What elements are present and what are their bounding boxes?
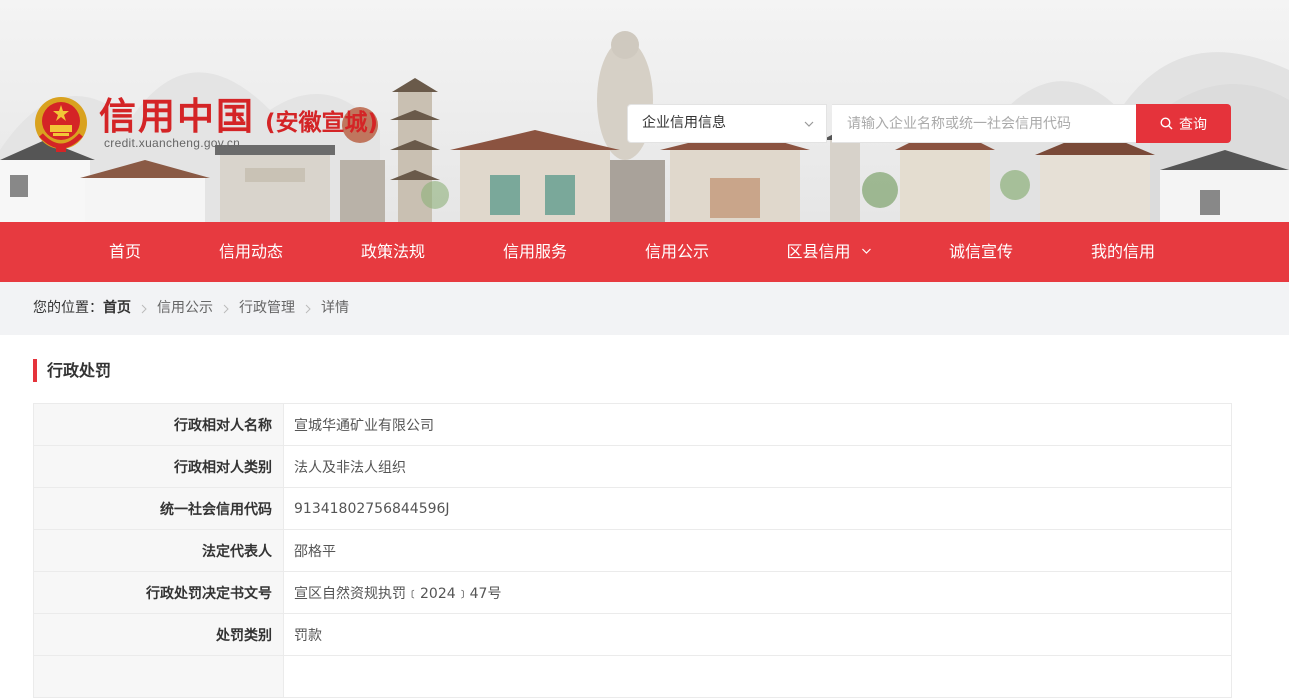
breadcrumb-bar: 您的位置： 首页 信用公示 行政管理 详情 bbox=[0, 282, 1289, 335]
nav-item-label: 区县信用 bbox=[786, 242, 851, 261]
penalty-detail-table: 行政相对人名称 宣城华通矿业有限公司 行政相对人类别 法人及非法人组织 统一社会… bbox=[33, 403, 1232, 698]
nav-item-label: 信用公示 bbox=[644, 242, 710, 261]
breadcrumb-home[interactable]: 首页 bbox=[103, 282, 131, 335]
field-label: 处罚类别 bbox=[33, 613, 284, 656]
search-icon bbox=[1160, 117, 1173, 130]
nav-item-credit-disclosure[interactable]: 信用公示 bbox=[645, 222, 709, 282]
table-row: 行政相对人类别 法人及非法人组织 bbox=[33, 445, 1232, 488]
table-row bbox=[33, 655, 1232, 698]
nav-item-my-credit[interactable]: 我的信用 bbox=[1091, 222, 1155, 282]
chevron-right-icon bbox=[305, 304, 311, 313]
field-value: 法人及非法人组织 bbox=[283, 445, 1232, 488]
field-label bbox=[33, 655, 284, 698]
table-row: 统一社会信用代码 91341802756844596J bbox=[33, 487, 1232, 530]
field-value bbox=[283, 655, 1232, 698]
logo-region: (安徽宣城) bbox=[265, 110, 379, 136]
breadcrumb-current: 详情 bbox=[321, 300, 349, 316]
logo-domain: credit.xuancheng.gov.cn bbox=[104, 136, 241, 150]
nav-item-label: 我的信用 bbox=[1090, 242, 1156, 261]
nav-item-label: 信用动态 bbox=[218, 242, 284, 261]
field-value: 91341802756844596J bbox=[283, 487, 1232, 530]
nav-item-label: 诚信宣传 bbox=[948, 242, 1014, 261]
search-button-label: 查询 bbox=[1179, 116, 1207, 133]
nav-item-label: 信用服务 bbox=[502, 242, 568, 261]
breadcrumb: 您的位置： 首页 信用公示 行政管理 详情 bbox=[33, 282, 349, 335]
search-category-value: 企业信用信息 bbox=[642, 115, 726, 131]
nav-item-home[interactable]: 首页 bbox=[109, 222, 141, 282]
search-button[interactable]: 查询 bbox=[1136, 104, 1231, 143]
section-title: 行政处罚 bbox=[33, 359, 111, 382]
main-nav: 首页 信用动态 政策法规 信用服务 信用公示 区县信用 诚信宣传 我的信用 bbox=[0, 222, 1289, 282]
nav-item-label: 首页 bbox=[108, 242, 142, 261]
nav-item-label: 政策法规 bbox=[360, 242, 426, 261]
field-value: 宣城华通矿业有限公司 bbox=[283, 403, 1232, 446]
search-input[interactable] bbox=[832, 104, 1137, 143]
nav-item-credit-services[interactable]: 信用服务 bbox=[503, 222, 567, 282]
table-row: 行政处罚决定书文号 宣区自然资规执罚﹝2024﹞47号 bbox=[33, 571, 1232, 614]
search-bar: 企业信用信息 查询 bbox=[627, 104, 1231, 143]
breadcrumb-credit-disclosure[interactable]: 信用公示 bbox=[157, 282, 213, 335]
nav-item-credit-news[interactable]: 信用动态 bbox=[219, 222, 283, 282]
nav-item-county-credit[interactable]: 区县信用 bbox=[786, 222, 871, 282]
field-label: 行政相对人类别 bbox=[33, 445, 284, 488]
breadcrumb-prefix: 您的位置： bbox=[33, 300, 103, 316]
field-label: 法定代表人 bbox=[33, 529, 284, 572]
field-label: 行政处罚决定书文号 bbox=[33, 571, 284, 614]
nav-item-integrity-promotion[interactable]: 诚信宣传 bbox=[949, 222, 1013, 282]
search-category-select[interactable]: 企业信用信息 bbox=[627, 104, 827, 143]
chevron-right-icon bbox=[223, 304, 229, 313]
field-label: 行政相对人名称 bbox=[33, 403, 284, 446]
table-row: 行政相对人名称 宣城华通矿业有限公司 bbox=[33, 403, 1232, 446]
chevron-down-icon bbox=[804, 121, 814, 127]
field-value: 宣区自然资规执罚﹝2024﹞47号 bbox=[283, 571, 1232, 614]
table-row: 法定代表人 邵格平 bbox=[33, 529, 1232, 572]
nav-item-policies[interactable]: 政策法规 bbox=[361, 222, 425, 282]
field-label: 统一社会信用代码 bbox=[33, 487, 284, 530]
field-value: 罚款 bbox=[283, 613, 1232, 656]
chevron-right-icon bbox=[141, 304, 147, 313]
field-value: 邵格平 bbox=[283, 529, 1232, 572]
header-banner: 信用中国 (安徽宣城) credit.xuancheng.gov.cn 企业信用… bbox=[0, 0, 1289, 222]
chevron-down-icon bbox=[862, 248, 871, 254]
breadcrumb-admin-management[interactable]: 行政管理 bbox=[239, 282, 295, 335]
national-emblem-icon bbox=[35, 97, 87, 152]
logo-title: 信用中国 bbox=[99, 95, 255, 138]
table-row: 处罚类别 罚款 bbox=[33, 613, 1232, 656]
